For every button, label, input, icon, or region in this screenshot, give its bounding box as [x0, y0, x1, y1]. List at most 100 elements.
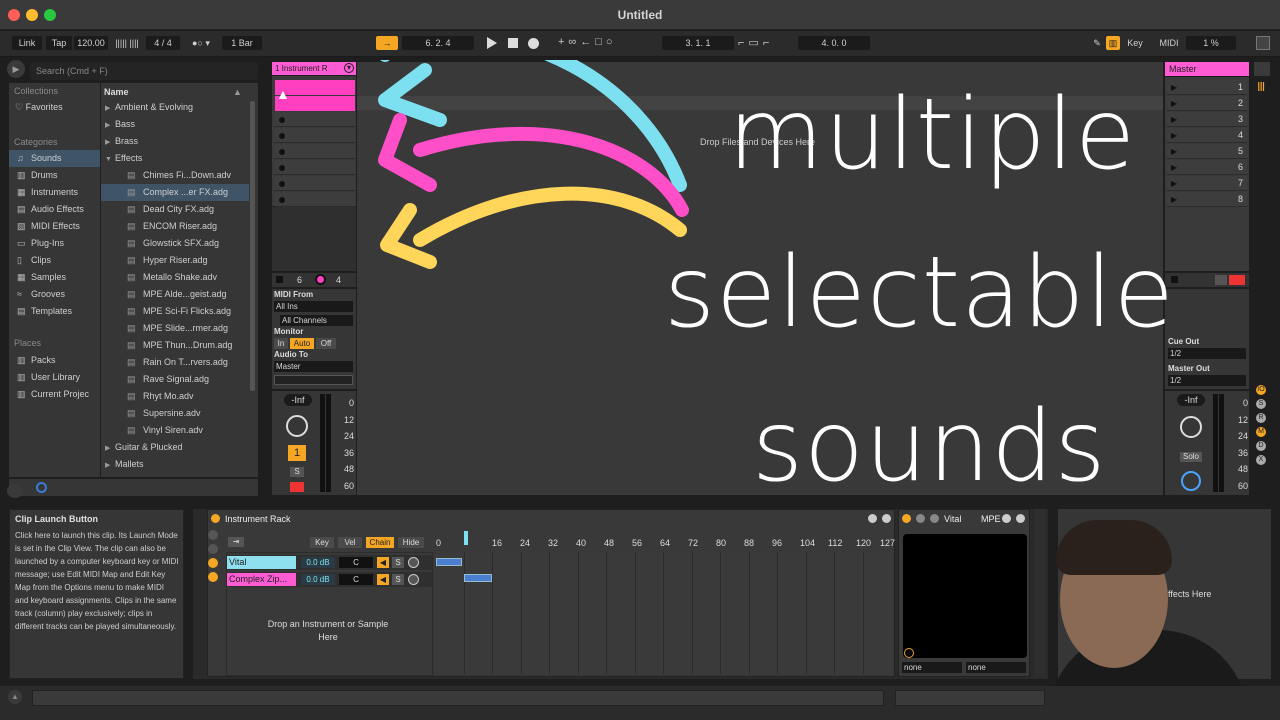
preset-item[interactable]: ▤ Rain On T...rvers.adg — [101, 354, 249, 371]
master-title[interactable]: Master — [1165, 62, 1249, 76]
groove-pool-icon[interactable] — [7, 484, 23, 498]
clip-slot[interactable] — [275, 160, 355, 175]
chain-select-marker[interactable] — [464, 531, 468, 545]
play-icon[interactable] — [487, 37, 497, 49]
place-item[interactable]: ▥ Current Projec — [9, 386, 100, 403]
stop-clips-icon[interactable] — [1215, 275, 1227, 285]
sidebar-item-midi-effects[interactable]: ▧ MIDI Effects — [9, 218, 100, 235]
macro-toggle-icon[interactable] — [208, 530, 218, 540]
record-session-icon[interactable] — [1229, 275, 1245, 285]
preset-item[interactable]: ▤ Supersine.adv — [101, 405, 249, 422]
draw-mode-icon[interactable]: ✎ — [1090, 36, 1104, 50]
punch-loop-icon[interactable]: ⌐▭⌐ — [738, 36, 794, 50]
sends-toggle-icon[interactable]: S — [1256, 399, 1266, 409]
time-signature-field[interactable]: 4 / 4 — [146, 36, 180, 50]
loop-length-field[interactable]: 4. 0. 0 — [798, 36, 870, 50]
midi-channel-select[interactable]: All Channels — [280, 315, 353, 326]
place-item[interactable]: ▥ Packs — [9, 352, 100, 369]
clip-slot[interactable] — [275, 144, 355, 159]
master-solo-button[interactable]: Solo — [1180, 452, 1202, 462]
io-toggle-icon[interactable]: IO — [1256, 385, 1266, 395]
cue-out-select[interactable]: 1/2 — [1168, 348, 1246, 359]
chain-list-toggle-icon[interactable] — [208, 544, 218, 554]
preset-item[interactable]: ▤ MPE Sci-Fi Flicks.adg — [101, 303, 249, 320]
complex-zone[interactable] — [464, 574, 492, 582]
clip-slot[interactable] — [275, 128, 355, 143]
stop-icon[interactable] — [508, 38, 518, 48]
plugin-window-icon[interactable] — [904, 648, 914, 658]
sidebar-item-templates[interactable]: ▤ Templates — [9, 303, 100, 320]
scene-launch-icon[interactable]: ▶ — [1171, 192, 1177, 207]
scene-launch-icon[interactable]: ▶ — [1171, 144, 1177, 159]
sort-icon[interactable]: ▲ — [233, 87, 242, 97]
monitor-in-button[interactable]: In — [274, 338, 288, 349]
monitor-auto-button[interactable]: Auto — [290, 338, 314, 349]
monitor-off-button[interactable]: Off — [316, 338, 336, 349]
preset-item[interactable]: ▤ Rave Signal.adg — [101, 371, 249, 388]
tap-tempo-button[interactable]: Tap — [46, 36, 72, 50]
preset-item[interactable]: ▤ Complex ...er FX.adg — [101, 184, 249, 201]
cue-volume-knob-icon[interactable] — [1181, 471, 1201, 491]
mixer-toggle-icon[interactable]: M — [1256, 427, 1266, 437]
volume-field[interactable]: -Inf — [284, 394, 312, 406]
zone-editor[interactable] — [435, 552, 891, 674]
disclosure-closed-icon[interactable]: ▶ — [105, 100, 115, 116]
overdub-tools-icon[interactable]: +∞←□○ — [558, 36, 638, 50]
browser-scrollbar[interactable] — [250, 101, 255, 391]
scene-launch[interactable]: ▶ 8 — [1167, 192, 1247, 207]
returns-toggle-icon[interactable]: R — [1256, 413, 1266, 423]
scene-launch[interactable]: ▶ 3 — [1167, 112, 1247, 127]
arm-button[interactable] — [290, 482, 304, 492]
info-toggle-icon[interactable]: ▲ — [8, 690, 22, 704]
browser-folder[interactable]: ▶ Mallets — [101, 456, 249, 473]
clip-slot[interactable] — [275, 176, 355, 191]
preset-item[interactable]: ▤ Metallo Shake.adv — [101, 269, 249, 286]
follow-button[interactable]: → — [376, 36, 398, 50]
metronome-icon[interactable]: ●○ ▾ — [186, 36, 216, 50]
link-button[interactable]: Link — [12, 36, 42, 50]
scene-launch[interactable]: ▶ 4 — [1167, 128, 1247, 143]
sidebar-item-clips[interactable]: ▯ Clips — [9, 252, 100, 269]
quantize-menu[interactable]: 1 Bar — [222, 36, 262, 50]
sidebar-item-sounds[interactable]: ♫ Sounds — [9, 150, 100, 167]
browser-folder[interactable]: ▶ Ambient & Evolving — [101, 99, 249, 116]
scene-launch-icon[interactable]: ▶ — [1171, 96, 1177, 111]
track-fold-icon[interactable]: ▾ — [344, 63, 354, 73]
browser-folder[interactable]: ▶ Brass — [101, 133, 249, 150]
vital-fold-icon[interactable] — [916, 514, 925, 523]
disclosure-closed-icon[interactable]: ▶ — [105, 440, 115, 456]
clip-slot[interactable] — [275, 112, 355, 127]
scene-launch-icon[interactable]: ▶ — [1171, 128, 1177, 143]
clip-slot[interactable] — [275, 192, 355, 207]
name-column-header[interactable]: Name — [104, 87, 129, 97]
master-volume-field[interactable]: -Inf — [1177, 394, 1205, 406]
audio-to-channel[interactable] — [274, 375, 353, 385]
preset-item[interactable]: ▤ MPE Alde...geist.adg — [101, 286, 249, 303]
scene-launch-icon[interactable]: ▶ — [1171, 112, 1177, 127]
sidebar-item-samples[interactable]: ▦ Samples — [9, 269, 100, 286]
preset-item[interactable]: ▤ Hyper Riser.adg — [101, 252, 249, 269]
scene-launch[interactable]: ▶ 6 — [1167, 160, 1247, 175]
mixer-toggle-icon[interactable]: Ⅲ — [1257, 80, 1269, 96]
chain-toggle-icon[interactable] — [208, 558, 218, 568]
devices-toggle-icon[interactable] — [208, 572, 218, 582]
delay-toggle-icon[interactable]: D — [1256, 441, 1266, 451]
sidebar-item-drums[interactable]: ▥ Drums — [9, 167, 100, 184]
preset-item[interactable]: ▤ MPE Thun...Drum.adg — [101, 337, 249, 354]
key-map-button[interactable]: Key — [1124, 36, 1146, 50]
computer-keyboard-icon[interactable]: ▥ — [1106, 36, 1120, 50]
session-scroll-icon[interactable] — [1254, 62, 1270, 76]
nudge-icon[interactable]: ||||| |||| — [112, 36, 142, 50]
record-icon[interactable] — [528, 38, 539, 49]
scene-launch-icon[interactable]: ▶ — [1171, 160, 1177, 175]
pan-knob-icon[interactable] — [286, 415, 308, 437]
scene-launch[interactable]: ▶ 2 — [1167, 96, 1247, 111]
scene-launch-icon[interactable]: ▶ — [1171, 176, 1177, 191]
browser-folder[interactable]: ▶ Guitar & Plucked — [101, 439, 249, 456]
param-select-1[interactable]: none — [902, 662, 962, 673]
preset-item[interactable]: ▤ Vinyl Siren.adv — [101, 422, 249, 439]
preset-item[interactable]: ▤ Glowstick SFX.adg — [101, 235, 249, 252]
vital-activator-icon[interactable] — [902, 514, 911, 523]
sidebar-item-instruments[interactable]: ▦ Instruments — [9, 184, 100, 201]
vital-zone[interactable] — [436, 558, 462, 566]
